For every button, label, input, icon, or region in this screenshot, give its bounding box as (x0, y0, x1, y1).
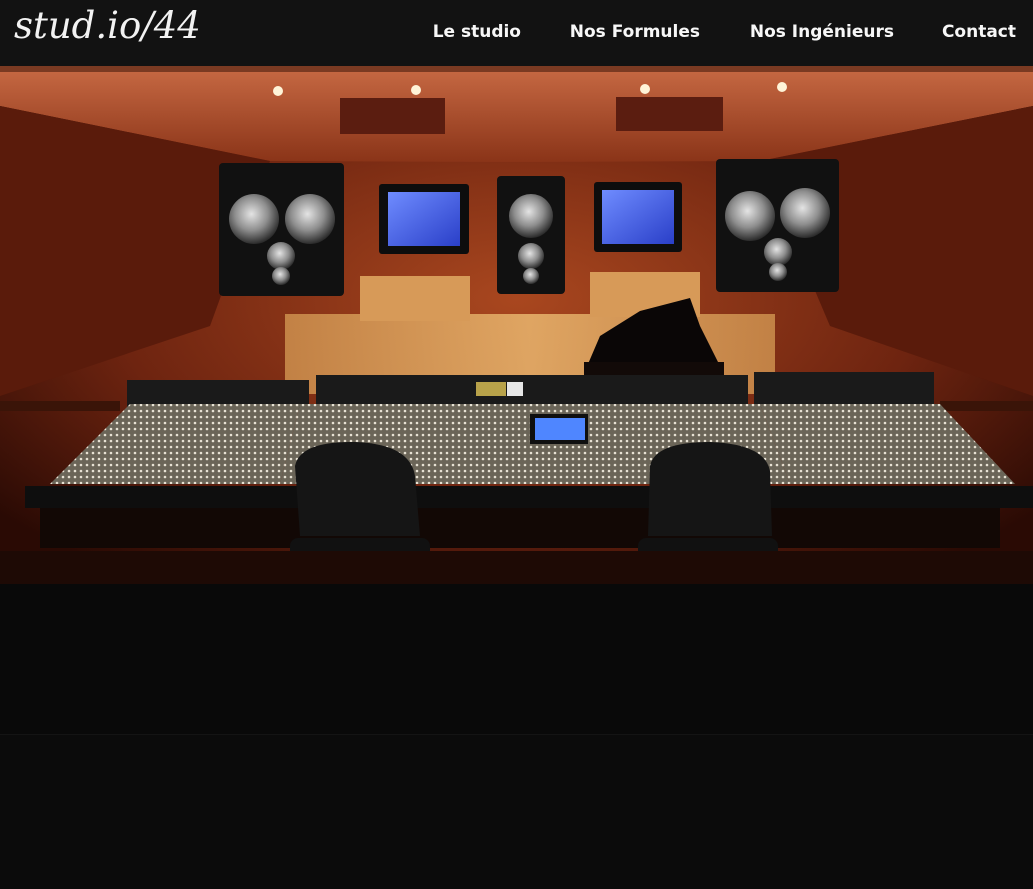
nav-link-nos-ingenieurs[interactable]: Nos Ingénieurs (750, 22, 894, 42)
studio-photo (0, 66, 1033, 584)
nav-link-contact[interactable]: Contact (942, 22, 1016, 42)
footer-area (0, 734, 1033, 889)
hero-image (0, 66, 1033, 584)
site-logo[interactable]: stud.io/44 (14, 4, 201, 47)
nav-link-le-studio[interactable]: Le studio (433, 22, 521, 42)
top-navigation-bar: stud.io/44 Le studio Nos Formules Nos In… (0, 0, 1033, 66)
nav-link-nos-formules[interactable]: Nos Formules (570, 22, 700, 42)
content-area (0, 584, 1033, 734)
